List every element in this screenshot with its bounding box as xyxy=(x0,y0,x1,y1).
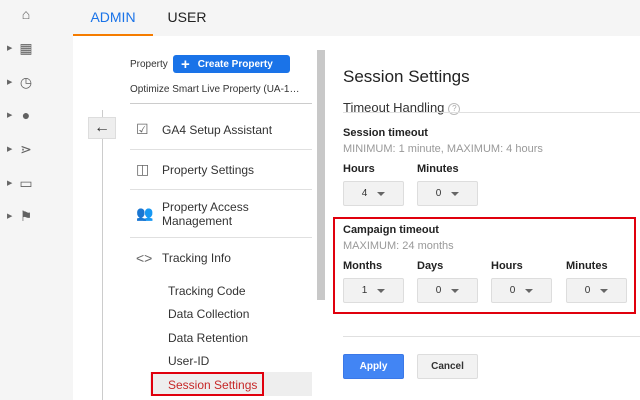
menu-property-settings[interactable]: ◫ Property Settings xyxy=(130,150,312,190)
audience-icon: ● xyxy=(21,107,31,123)
realtime-icon: ◷ xyxy=(19,73,33,90)
divider xyxy=(343,112,640,113)
page-title: Session Settings xyxy=(343,67,470,86)
menu-label: Property Settings xyxy=(162,162,255,177)
caret-right-icon: ▶ xyxy=(7,112,13,119)
people-icon: 👥 xyxy=(136,205,154,221)
dropdown-arrow-icon xyxy=(525,288,534,293)
dropdown-arrow-icon xyxy=(377,191,386,196)
submenu-session-settings[interactable]: Session Settings xyxy=(168,378,257,392)
tab-user[interactable]: USER xyxy=(153,0,221,36)
hours-label: Hours xyxy=(343,163,375,175)
caret-right-icon: ▶ xyxy=(7,180,13,187)
menu-label: GA4 Setup Assistant xyxy=(162,122,273,137)
create-property-button[interactable]: + Create Property xyxy=(173,55,290,73)
property-label: Property xyxy=(130,59,168,70)
select-value: 1 xyxy=(361,285,368,296)
select-value: 0 xyxy=(584,285,591,296)
nav-behavior[interactable]: ▶ ▭ xyxy=(0,169,73,197)
dropdown-arrow-icon xyxy=(377,288,386,293)
select-value: 0 xyxy=(435,285,442,296)
dropdown-arrow-icon xyxy=(451,288,460,293)
select-value: 4 xyxy=(361,188,368,199)
nav-audience[interactable]: ▶ ● xyxy=(0,101,73,129)
session-timeout-label: Session timeout xyxy=(343,127,428,139)
session-hours-select[interactable]: 4 xyxy=(343,181,404,206)
hours-label: Hours xyxy=(491,260,523,272)
session-minutes-select[interactable]: 0 xyxy=(417,181,478,206)
conversions-icon: ⚑ xyxy=(19,207,33,224)
customization-icon: ▦ xyxy=(19,39,33,56)
campaign-months-select[interactable]: 1 xyxy=(343,278,404,303)
campaign-minutes-select[interactable]: 0 xyxy=(566,278,627,303)
divider xyxy=(343,336,640,337)
menu-label: Tracking Info xyxy=(162,251,231,265)
menu-label: Property Access Management xyxy=(162,199,249,228)
behavior-icon: ▭ xyxy=(19,174,33,191)
create-property-label: Create Property xyxy=(197,58,273,70)
home-icon: ⌂ xyxy=(21,6,31,22)
campaign-timeout-label: Campaign timeout xyxy=(343,224,439,236)
property-selector[interactable]: Optimize Smart Live Property (UA-1… xyxy=(130,84,312,104)
tab-admin[interactable]: ADMIN xyxy=(73,0,153,36)
submenu-tracking-code[interactable]: Tracking Code xyxy=(168,284,246,298)
caret-right-icon: ▶ xyxy=(7,45,13,52)
caret-right-icon: ▶ xyxy=(7,213,13,220)
submenu-data-collection[interactable]: Data Collection xyxy=(168,307,249,321)
nav-acquisition[interactable]: ▶ ⋗ xyxy=(0,135,73,163)
top-tabs: ADMIN USER xyxy=(73,0,640,36)
dropdown-arrow-icon xyxy=(600,288,609,293)
arrow-left-icon: ← xyxy=(94,119,110,136)
divider xyxy=(102,110,103,400)
nav-customization[interactable]: ▶ ▦ xyxy=(0,34,73,62)
session-timeout-hint: MINIMUM: 1 minute, MAXIMUM: 4 hours xyxy=(343,143,543,155)
plus-icon: + xyxy=(181,55,190,73)
layout-icon: ◫ xyxy=(136,161,150,177)
menu-ga4-setup[interactable]: ☑ GA4 Setup Assistant xyxy=(130,110,312,150)
nav-conversions[interactable]: ▶ ⚑ xyxy=(0,202,73,230)
nav-realtime[interactable]: ▶ ◷ xyxy=(0,68,73,96)
help-icon[interactable]: ? xyxy=(448,103,461,115)
minutes-label: Minutes xyxy=(566,260,608,272)
cancel-button[interactable]: Cancel xyxy=(417,354,478,379)
menu-property-access[interactable]: 👥 Property Access Management xyxy=(130,190,312,238)
select-value: 0 xyxy=(509,285,516,296)
menu-tracking-info[interactable]: <> Tracking Info xyxy=(130,238,312,278)
campaign-timeout-hint: MAXIMUM: 24 months xyxy=(343,240,454,252)
caret-right-icon: ▶ xyxy=(7,146,13,153)
minutes-label: Minutes xyxy=(417,163,459,175)
code-icon: <> xyxy=(136,250,153,266)
apply-button[interactable]: Apply xyxy=(343,354,404,379)
scrollbar[interactable] xyxy=(317,50,325,300)
clipboard-check-icon: ☑ xyxy=(136,121,149,137)
submenu-data-retention[interactable]: Data Retention xyxy=(168,331,248,345)
select-value: 0 xyxy=(435,188,442,199)
campaign-hours-select[interactable]: 0 xyxy=(491,278,552,303)
months-label: Months xyxy=(343,260,383,272)
left-nav: ⌂ ▶ ▦ ▶ ◷ ▶ ● ▶ ⋗ ▶ ▭ ▶ ⚑ xyxy=(0,0,73,400)
days-label: Days xyxy=(417,260,444,272)
campaign-days-select[interactable]: 0 xyxy=(417,278,478,303)
nav-home[interactable]: ⌂ xyxy=(0,0,73,28)
caret-right-icon: ▶ xyxy=(7,79,13,86)
acquisition-icon: ⋗ xyxy=(20,140,32,157)
submenu-user-id[interactable]: User-ID xyxy=(168,354,209,368)
dropdown-arrow-icon xyxy=(451,191,460,196)
back-button[interactable]: ← xyxy=(88,117,116,139)
